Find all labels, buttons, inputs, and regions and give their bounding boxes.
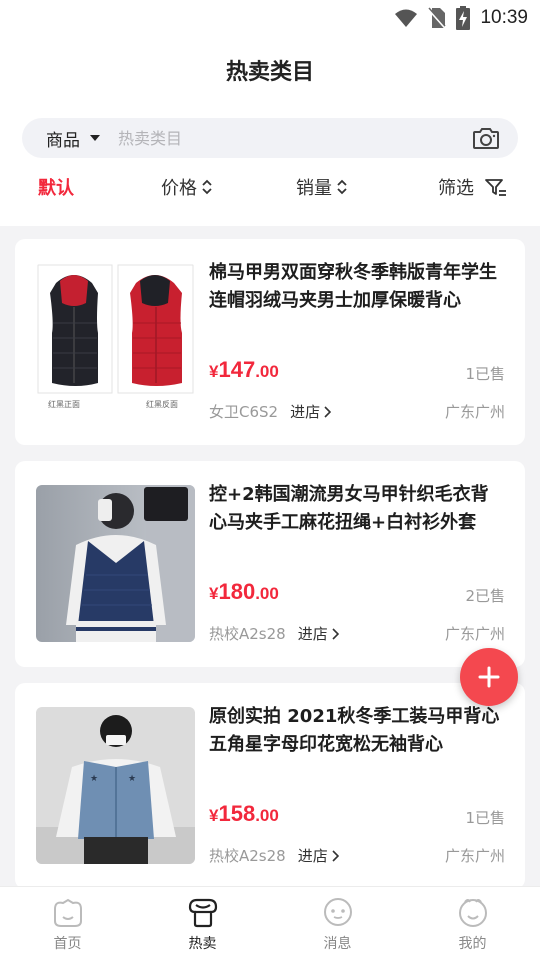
- tab-messages[interactable]: 消息: [270, 887, 405, 960]
- product-card[interactable]: 控+2韩国潮流男女马甲针织毛衣背心马夹手工麻花扭绳+白衬衫外套 ¥180.00 …: [15, 461, 525, 667]
- enter-shop-label: 进店: [297, 847, 328, 865]
- product-location: 广东广州: [444, 625, 505, 643]
- product-price: ¥147.00: [209, 357, 279, 383]
- tab-label: 首页: [53, 936, 82, 952]
- plus-icon: [478, 666, 500, 688]
- price-decimal: .00: [255, 362, 279, 381]
- product-location: 广东广州: [444, 847, 505, 865]
- svg-text:★: ★: [128, 774, 136, 784]
- tab-label: 消息: [323, 936, 352, 952]
- sold-count: 1已售: [465, 809, 505, 827]
- shop-name: 热校A2s28: [209, 847, 286, 865]
- price-integer: 158: [218, 801, 256, 826]
- add-fab-button[interactable]: [460, 648, 518, 706]
- sold-count: 2已售: [465, 587, 505, 605]
- hot-sale-icon: [188, 898, 217, 928]
- status-bar: 10:39: [0, 0, 540, 36]
- product-price: ¥158.00: [209, 801, 279, 827]
- sold-count: 1已售: [465, 365, 505, 383]
- message-icon: [323, 898, 352, 926]
- image-caption: 红黑反面: [146, 399, 178, 409]
- product-card[interactable]: 红黑正面 红黑反面 棉马甲男双面穿秋冬季韩版青年学生连帽羽绒马夹男士加厚保暖背心…: [15, 239, 525, 445]
- wifi-icon: [395, 9, 418, 27]
- shop-name: 女卫C6S2: [209, 403, 279, 421]
- shop-info: 女卫C6S2 进店: [209, 401, 332, 422]
- tab-label: 我的: [458, 936, 487, 952]
- enter-shop-link[interactable]: 进店: [290, 401, 332, 422]
- filter-price[interactable]: 价格: [161, 174, 213, 200]
- search-input[interactable]: [118, 128, 448, 148]
- product-title: 控+2韩国潮流男女马甲针织毛衣背心马夹手工麻花扭绳+白衬衫外套: [209, 484, 489, 533]
- funnel-icon: [485, 179, 506, 196]
- price-integer: 147: [218, 357, 256, 382]
- enter-shop-label: 进店: [297, 625, 328, 643]
- chevron-right-icon: [324, 405, 332, 418]
- filter-sales[interactable]: 销量: [296, 174, 348, 200]
- product-title: 棉马甲男双面穿秋冬季韩版青年学生连帽羽绒马夹男士加厚保暖背心: [209, 262, 497, 311]
- search-scope-label: 商品: [46, 130, 80, 151]
- chevron-right-icon: [332, 627, 339, 640]
- status-time: 10:39: [480, 7, 528, 28]
- filter-default[interactable]: 默认: [38, 174, 74, 200]
- shop-info: 热校A2s28 进店: [209, 623, 339, 644]
- sort-icon: [337, 179, 347, 195]
- page-title: 热卖类目: [225, 60, 314, 85]
- bottom-tab-bar: 首页 热卖 消息 我的: [0, 886, 540, 960]
- price-integer: 180: [218, 579, 256, 604]
- profile-icon: [458, 899, 487, 927]
- chevron-right-icon: [332, 849, 339, 862]
- caret-down-icon: [90, 135, 100, 141]
- enter-shop-link[interactable]: 进店: [298, 623, 339, 644]
- image-caption: 红黑正面: [48, 399, 80, 409]
- product-location: 广东广州: [444, 403, 505, 421]
- filter-screen[interactable]: 筛选: [438, 174, 508, 200]
- svg-text:★: ★: [90, 774, 98, 784]
- search-bar: 商品: [22, 118, 518, 158]
- tab-profile[interactable]: 我的: [405, 887, 540, 960]
- filter-screen-label: 筛选: [438, 178, 474, 199]
- sort-icon: [202, 179, 212, 195]
- shop-info: 热校A2s28 进店: [209, 845, 339, 866]
- camera-icon[interactable]: [472, 126, 500, 150]
- filter-price-label: 价格: [161, 178, 197, 199]
- product-image: 红黑正面 红黑反面: [36, 263, 195, 420]
- filter-default-label: 默认: [38, 178, 74, 199]
- filter-sales-label: 销量: [296, 178, 332, 199]
- tab-hot-sale[interactable]: 热卖: [135, 887, 270, 960]
- home-icon: [53, 898, 82, 927]
- search-scope-dropdown[interactable]: 商品: [46, 126, 100, 151]
- product-card[interactable]: ★ ★ 原创实拍 2021秋冬季工装马甲背心五角星字母印花宽松无袖背心 ¥158…: [15, 683, 525, 889]
- battery-charging-icon: [456, 6, 471, 30]
- product-price: ¥180.00: [209, 579, 279, 605]
- no-sim-icon: [428, 7, 447, 29]
- enter-shop-link[interactable]: 进店: [298, 845, 339, 866]
- shop-name: 热校A2s28: [209, 625, 286, 643]
- header: 热卖类目 商品 默认 价格 销量 筛选: [0, 36, 540, 226]
- tab-home[interactable]: 首页: [0, 887, 135, 960]
- product-image: [36, 485, 195, 642]
- product-image: ★ ★: [36, 707, 195, 864]
- price-decimal: .00: [255, 584, 279, 603]
- enter-shop-label: 进店: [290, 403, 321, 421]
- filter-bar: 默认 价格 销量 筛选: [0, 170, 540, 210]
- product-title: 原创实拍 2021秋冬季工装马甲背心五角星字母印花宽松无袖背心: [209, 706, 500, 755]
- tab-label: 热卖: [188, 936, 217, 952]
- price-decimal: .00: [255, 806, 279, 825]
